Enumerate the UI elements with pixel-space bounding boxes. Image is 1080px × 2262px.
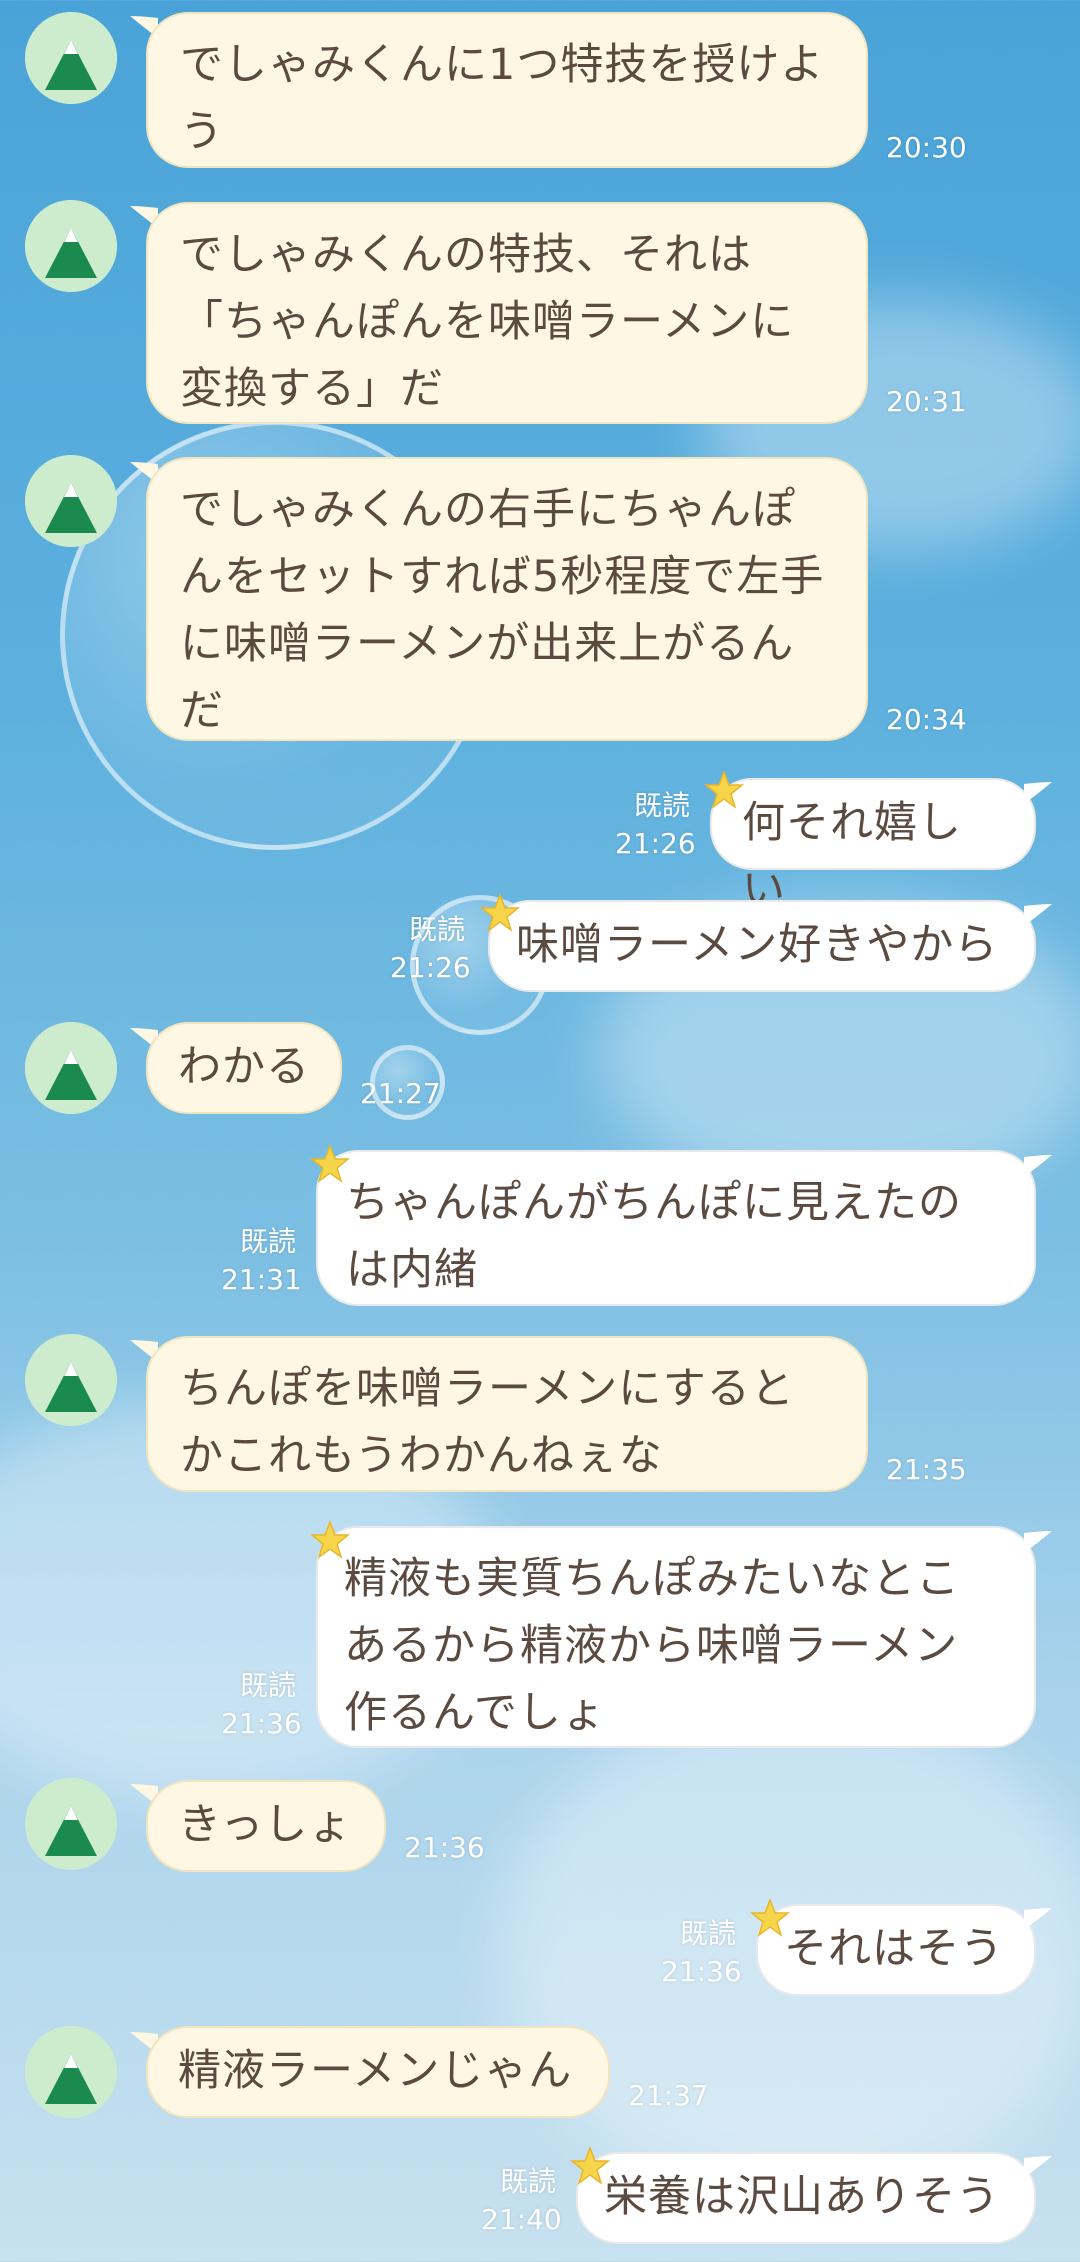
message-time: 21:37 bbox=[628, 2079, 709, 2112]
message-time: 21:40 bbox=[481, 2203, 562, 2236]
read-receipt: 既読 bbox=[239, 1225, 296, 1258]
contact-avatar[interactable] bbox=[25, 1022, 117, 1114]
favorite-star-icon[interactable] bbox=[570, 2146, 610, 2186]
message-bubble[interactable]: 精液も実質ちんぽみたいなとこ あるから精液から味噌ラーメン 作るんでしょ bbox=[316, 1526, 1036, 1748]
favorite-star-icon[interactable] bbox=[750, 1898, 790, 1938]
message-bubble[interactable]: 味噌ラーメン好きやから bbox=[488, 900, 1036, 992]
favorite-star-icon[interactable] bbox=[310, 1144, 350, 1184]
message-bubble[interactable]: でしゃみくんに1つ特技を授けよ う bbox=[146, 12, 868, 168]
favorite-star-icon[interactable] bbox=[704, 770, 744, 810]
message-bubble[interactable]: ちゃんぽんがちんぽに見えたの は内緒 bbox=[316, 1150, 1036, 1306]
message-time: 21:36 bbox=[221, 1707, 302, 1740]
message-time: 21:26 bbox=[615, 827, 696, 860]
message-time: 21:31 bbox=[221, 1263, 302, 1296]
message-time: 20:30 bbox=[886, 131, 967, 164]
message-bubble[interactable]: 精液ラーメンじゃん bbox=[146, 2026, 610, 2118]
message-bubble[interactable]: わかる bbox=[146, 1022, 342, 1114]
read-receipt: 既読 bbox=[499, 2165, 556, 2198]
read-receipt: 既読 bbox=[679, 1917, 736, 1950]
favorite-star-icon[interactable] bbox=[310, 1520, 350, 1560]
message-bubble[interactable]: 何それ嬉しい bbox=[710, 778, 1036, 915]
message-bubble[interactable]: でしゃみくんの右手にちゃんぽ んをセットすれば5秒程度で左手 に味噌ラーメンが出… bbox=[146, 457, 868, 741]
contact-avatar[interactable] bbox=[25, 1334, 117, 1426]
contact-avatar[interactable] bbox=[25, 200, 117, 292]
read-receipt: 既読 bbox=[239, 1669, 296, 1702]
contact-avatar[interactable] bbox=[25, 2026, 117, 2118]
message-time: 21:35 bbox=[886, 1453, 967, 1486]
favorite-star-icon[interactable] bbox=[480, 893, 520, 933]
message-time: 20:34 bbox=[886, 703, 967, 736]
message-time: 21:27 bbox=[360, 1077, 441, 1110]
message-time: 20:31 bbox=[886, 385, 967, 418]
contact-avatar[interactable] bbox=[25, 455, 117, 547]
read-receipt: 既読 bbox=[408, 913, 465, 946]
contact-avatar[interactable] bbox=[25, 12, 117, 104]
message-bubble[interactable]: それはそう bbox=[756, 1904, 1036, 1996]
message-bubble[interactable]: でしゃみくんの特技、それは 「ちゃんぽんを味噌ラーメンに 変換する」だ bbox=[146, 202, 868, 424]
contact-avatar[interactable] bbox=[25, 1778, 117, 1870]
message-bubble[interactable]: きっしょ bbox=[146, 1780, 386, 1872]
message-time: 21:36 bbox=[404, 1831, 485, 1864]
message-time: 21:26 bbox=[390, 951, 471, 984]
message-bubble[interactable]: 栄養は沢山ありそう bbox=[576, 2152, 1036, 2244]
read-receipt: 既読 bbox=[633, 789, 690, 822]
message-bubble[interactable]: ちんぽを味噌ラーメンにすると かこれもうわかんねぇな bbox=[146, 1336, 868, 1492]
message-time: 21:36 bbox=[661, 1955, 742, 1988]
